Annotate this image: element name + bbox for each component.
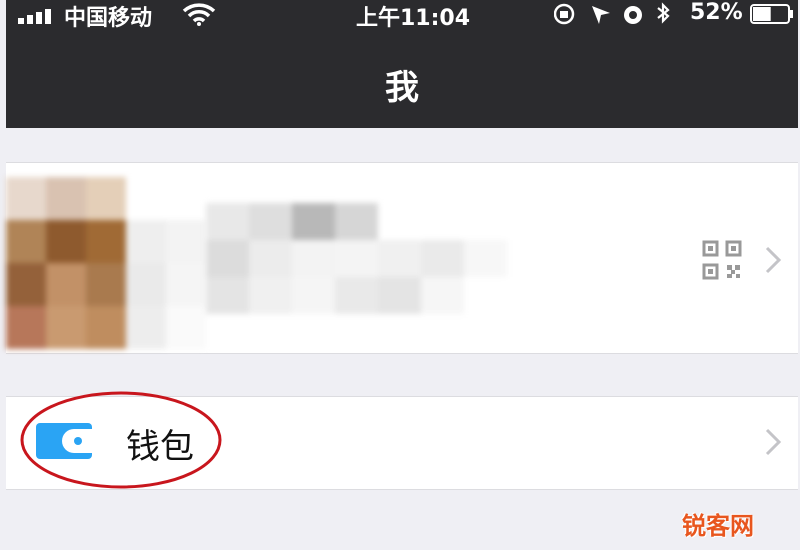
profile-card[interactable] [6,162,798,354]
alarm-icon [624,6,642,24]
bluetooth-icon [657,2,670,24]
top-bar: 中国移动 上午11:04 52% 我 [6,0,798,128]
status-icons [554,2,670,25]
watermark: 锐客网 [682,512,754,540]
qr-code-icon[interactable] [701,239,743,281]
annotation-circle [20,391,222,489]
status-time: 上午11:04 [356,6,471,31]
wifi-icon [182,3,216,26]
status-bar: 中国移动 上午11:04 52% [6,0,798,31]
battery-icon [750,4,793,24]
carrier-name: 中国移动 [64,6,153,31]
signal-icon [18,9,51,24]
avatar [6,177,206,349]
battery-percent: 52% [690,0,743,25]
chevron-right-icon [765,428,782,456]
chevron-right-icon [765,246,782,274]
location-icon [592,6,610,24]
profile-name-blurred [206,203,507,314]
rotation-lock-icon [554,3,575,25]
page-title: 我 [385,68,419,108]
